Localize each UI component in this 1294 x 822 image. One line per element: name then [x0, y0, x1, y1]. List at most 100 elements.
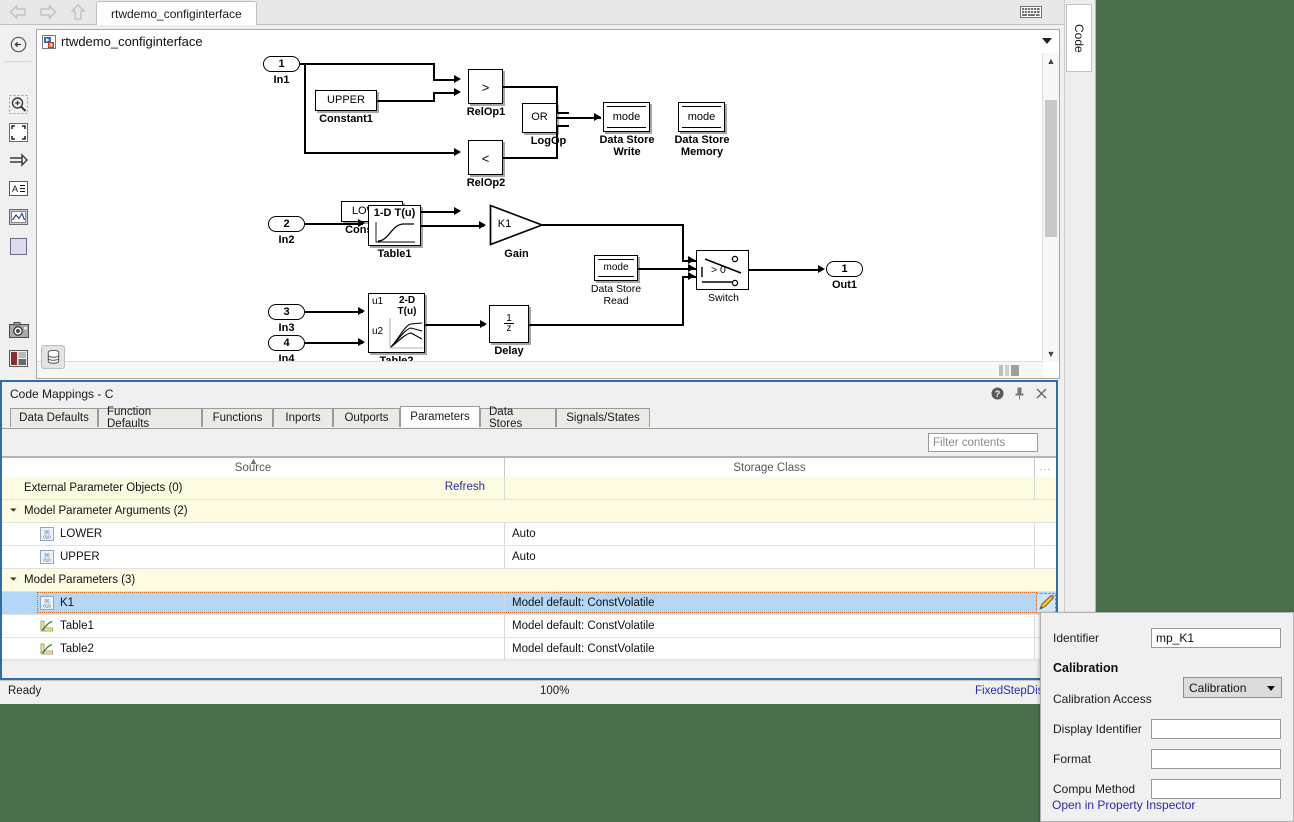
- scroll-down-icon[interactable]: ▼: [1043, 346, 1059, 362]
- column-header-storage-class[interactable]: Storage Class: [505, 458, 1034, 477]
- tab-inports[interactable]: Inports: [273, 408, 333, 427]
- compu-method-field[interactable]: [1151, 779, 1281, 799]
- block-data-store-write[interactable]: mode: [603, 102, 650, 132]
- arrow-table1: [358, 219, 365, 227]
- model-breadcrumb-bar[interactable]: rtwdemo_configinterface: [36, 29, 1060, 54]
- zoom-in-icon[interactable]: [7, 93, 30, 116]
- block-switch[interactable]: > 0: [696, 250, 749, 290]
- parameter-icon: [0] 010: [40, 527, 54, 541]
- navigate-up-icon[interactable]: [7, 33, 30, 56]
- block-in2-label: In2: [278, 234, 295, 246]
- scrollbar-thumb[interactable]: [1045, 100, 1057, 237]
- tab-outports[interactable]: Outports: [333, 408, 400, 427]
- table-row[interactable]: [0] 010 LOWER Auto: [2, 523, 1056, 546]
- tab-parameters[interactable]: Parameters: [400, 406, 480, 427]
- column-header-storage-class-label: Storage Class: [733, 461, 806, 474]
- block-relop2[interactable]: <: [468, 140, 503, 175]
- forward-arrow-icon[interactable]: [36, 2, 60, 22]
- block-in1[interactable]: 1: [263, 56, 300, 72]
- open-in-property-inspector-link[interactable]: Open in Property Inspector: [1052, 798, 1195, 812]
- panel-controls: ?: [991, 387, 1048, 400]
- row-storage-class-cell[interactable]: Model default: ConstVolatile: [505, 592, 1034, 614]
- camera-icon[interactable]: [7, 318, 30, 341]
- format-input[interactable]: [1152, 750, 1280, 768]
- block-in1-port-number: 1: [278, 58, 285, 70]
- back-arrow-icon[interactable]: [6, 2, 30, 22]
- arrow-out1: [818, 265, 825, 273]
- pencil-edit-icon[interactable]: [1036, 593, 1056, 613]
- close-icon[interactable]: [1035, 387, 1048, 400]
- row-label: UPPER: [60, 551, 100, 563]
- area-icon[interactable]: [7, 235, 30, 258]
- row-storage-class-cell[interactable]: Auto: [505, 546, 1034, 568]
- status-solver[interactable]: FixedStepDisc: [975, 685, 1049, 697]
- wire-in4-table2: [305, 342, 363, 344]
- canvas-vertical-scrollbar[interactable]: ▲ ▼: [1042, 53, 1059, 362]
- row-storage-class-cell[interactable]: Model default: ConstVolatile: [505, 638, 1034, 660]
- filter-contents-box[interactable]: [928, 433, 1038, 452]
- signal-routing-icon[interactable]: [7, 149, 30, 172]
- block-relop1[interactable]: >: [468, 69, 503, 104]
- identifier-field[interactable]: [1151, 628, 1281, 648]
- tab-function-defaults[interactable]: Function Defaults: [98, 406, 202, 430]
- row-storage-class-cell[interactable]: Auto: [505, 523, 1034, 545]
- display-identifier-field[interactable]: [1151, 719, 1281, 739]
- lookup-table-icon: [40, 642, 54, 656]
- block-data-store-memory-label: Data Store Memory: [674, 134, 730, 158]
- table-row[interactable]: ⏷ Model Parameters (3): [2, 569, 1056, 592]
- table-row[interactable]: [0] 010 UPPER Auto: [2, 546, 1056, 569]
- up-arrow-icon[interactable]: [66, 2, 90, 22]
- pin-icon[interactable]: [1013, 387, 1026, 400]
- tab-signals-states[interactable]: Signals/States: [556, 408, 650, 427]
- tab-code-vertical[interactable]: Code: [1066, 4, 1092, 72]
- block-table2[interactable]: u1 u2 2-D T(u): [368, 293, 425, 353]
- block-logop[interactable]: OR: [522, 103, 557, 133]
- annotation-icon[interactable]: A: [7, 177, 30, 200]
- block-data-store-read[interactable]: mode: [594, 255, 638, 281]
- table-row[interactable]: ⏷ Model Parameter Arguments (2): [2, 500, 1056, 523]
- tab-functions[interactable]: Functions: [202, 408, 273, 427]
- block-delay[interactable]: 1 z: [489, 305, 529, 343]
- block-out1[interactable]: 1: [826, 261, 863, 277]
- scope-image-icon[interactable]: [7, 205, 30, 228]
- table-row[interactable]: Table1 Model default: ConstVolatile: [2, 615, 1056, 638]
- block-constant1[interactable]: UPPER: [315, 90, 377, 111]
- simulink-window: rtwdemo_configinterface rtwdemo_configin…: [0, 0, 1064, 704]
- keyboard-icon[interactable]: [1020, 6, 1042, 18]
- block-table1[interactable]: 1-D T(u): [368, 205, 421, 246]
- breadcrumb-chevron-down-icon[interactable]: [1042, 38, 1052, 44]
- wire-table1-gain: [421, 225, 484, 227]
- layout-icon[interactable]: [7, 347, 30, 370]
- table-row[interactable]: Table2 Model default: ConstVolatile: [2, 638, 1056, 661]
- block-gain[interactable]: K1: [489, 204, 545, 246]
- wire-relop1-logop: [556, 112, 569, 114]
- tab-data-defaults[interactable]: Data Defaults: [10, 408, 98, 427]
- identifier-input[interactable]: [1152, 629, 1280, 647]
- model-data-icon[interactable]: [41, 345, 65, 369]
- display-identifier-input[interactable]: [1152, 720, 1280, 738]
- scroll-up-icon[interactable]: ▲: [1043, 53, 1059, 69]
- table-row[interactable]: [0] 010 K1 Model default: ConstVolatile: [2, 592, 1056, 615]
- column-header-overflow[interactable]: ...: [1035, 458, 1056, 477]
- block-table2-input-u2: u2: [372, 326, 384, 337]
- format-field[interactable]: [1151, 749, 1281, 769]
- table-row[interactable]: External Parameter Objects (0) Refresh: [2, 477, 1056, 500]
- block-in4[interactable]: 4: [268, 335, 305, 351]
- calibration-access-dropdown[interactable]: Calibration: [1183, 677, 1282, 698]
- compu-method-input[interactable]: [1152, 780, 1280, 798]
- refresh-link[interactable]: Refresh: [445, 481, 485, 493]
- block-in2[interactable]: 2: [268, 216, 305, 232]
- simulink-canvas[interactable]: 1 In1 UPPER Constant1 > RelOp1 < RelOp2 …: [36, 53, 1060, 379]
- document-tab-rtwdemo-configinterface[interactable]: rtwdemo_configinterface: [96, 1, 257, 25]
- wire-const1: [377, 100, 435, 102]
- resize-grip-icon[interactable]: [999, 365, 1023, 376]
- block-data-store-memory[interactable]: mode: [678, 102, 725, 132]
- fit-to-view-icon[interactable]: [7, 121, 30, 144]
- help-icon[interactable]: ?: [991, 387, 1004, 400]
- block-data-store-read-label: Data Store Read: [590, 283, 642, 307]
- column-header-source[interactable]: ▲ Source: [2, 457, 504, 477]
- filter-input[interactable]: [929, 434, 1037, 451]
- row-storage-class-cell[interactable]: Model default: ConstVolatile: [505, 615, 1034, 637]
- block-in3[interactable]: 3: [268, 304, 305, 320]
- tab-data-stores[interactable]: Data Stores: [480, 406, 556, 430]
